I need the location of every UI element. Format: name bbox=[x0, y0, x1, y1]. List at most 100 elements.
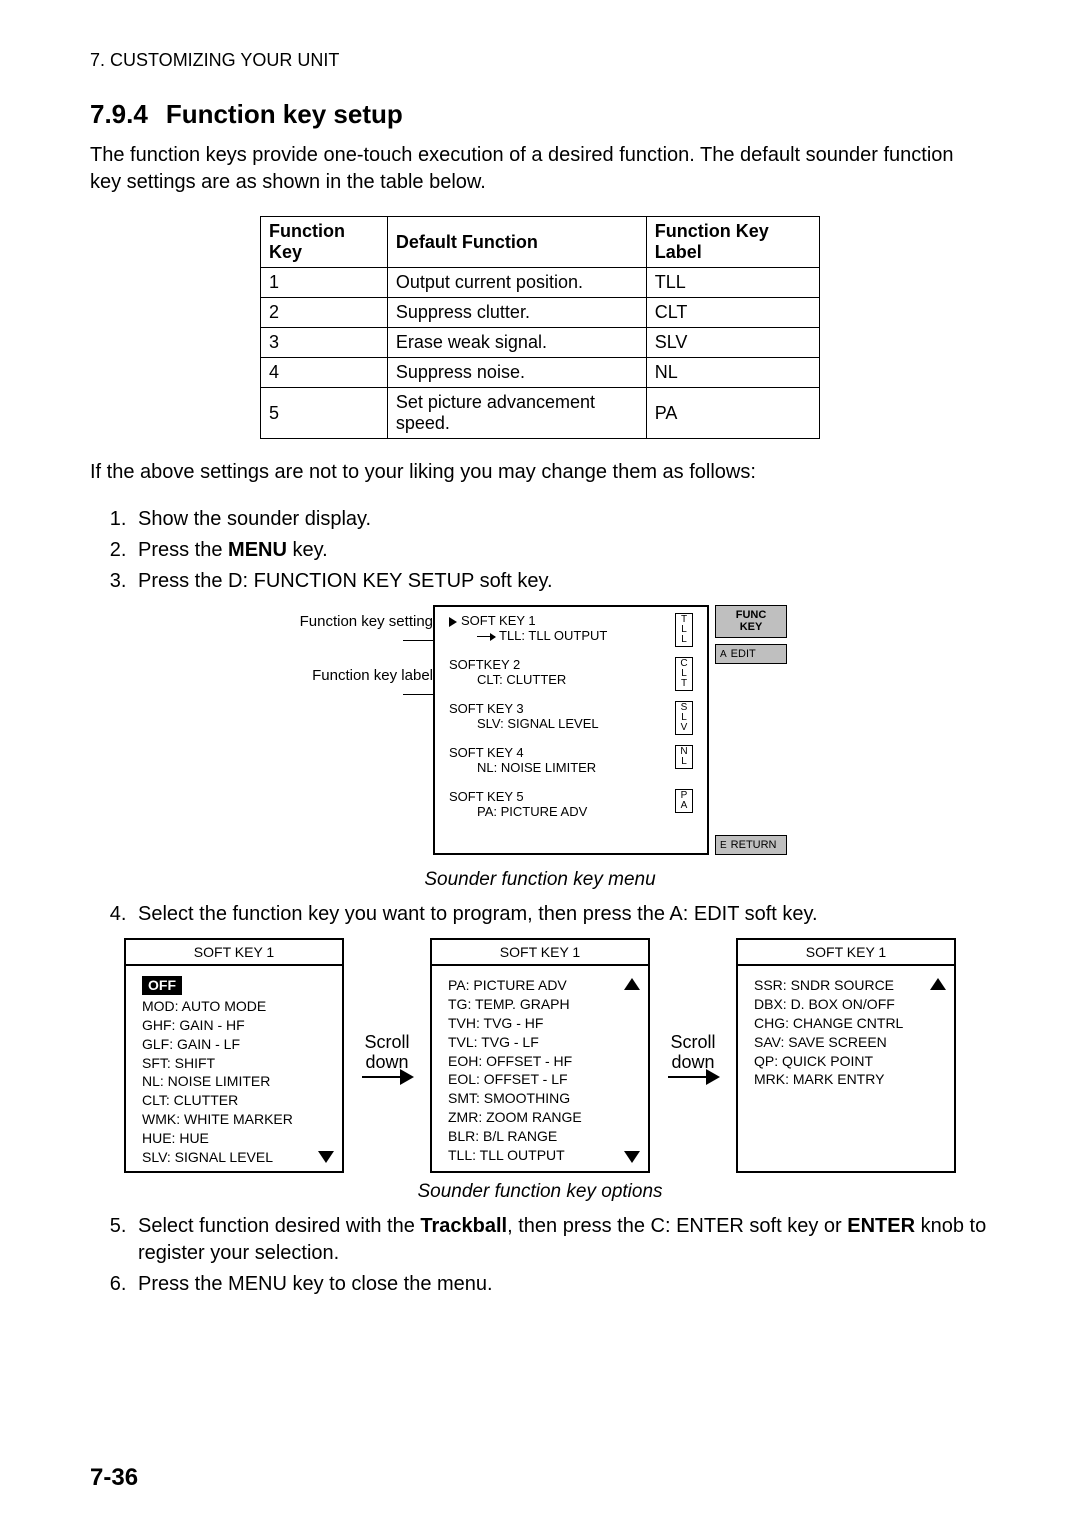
step-4: Select the function key you want to prog… bbox=[132, 901, 990, 928]
menu-box: SOFT KEY 1TLL: TLL OUTPUTTLL SOFTKEY 2CLT… bbox=[433, 605, 709, 855]
scroll-down-icon[interactable] bbox=[318, 1151, 334, 1163]
steps-list: Show the sounder display. Press the MENU … bbox=[90, 506, 990, 595]
page-number: 7-36 bbox=[90, 1464, 138, 1492]
btn-return-letter: E bbox=[720, 840, 727, 851]
table-cell: PA bbox=[646, 388, 819, 439]
option-item[interactable]: TVL: TVG - LF bbox=[448, 1033, 640, 1052]
annotation-fk-label: Function key label bbox=[293, 667, 433, 703]
btn-return[interactable]: E RETURN bbox=[715, 835, 787, 855]
scroll-up-icon[interactable] bbox=[624, 978, 640, 990]
option-item[interactable]: MOD: AUTO MODE bbox=[142, 997, 334, 1016]
option-item[interactable]: SFT: SHIFT bbox=[142, 1054, 334, 1073]
option-panel: SOFT KEY 1 SSR: SNDR SOURCEDBX: D. BOX ON… bbox=[736, 938, 956, 1173]
option-off-label[interactable]: OFF bbox=[142, 976, 182, 995]
scroll-separator: Scrolldown bbox=[658, 1033, 728, 1079]
scroll-up-icon[interactable] bbox=[930, 978, 946, 990]
options-diagram: SOFT KEY 1 OFF MOD: AUTO MODEGHF: GAIN - H… bbox=[90, 938, 990, 1173]
side-buttons: FUNC KEY A EDIT E RETURN bbox=[715, 605, 787, 861]
option-item[interactable]: WMK: WHITE MARKER bbox=[142, 1110, 334, 1129]
option-item[interactable]: NL: NOISE LIMITER bbox=[142, 1072, 334, 1091]
option-item[interactable]: CLT: CLUTTER bbox=[142, 1091, 334, 1110]
softkey-title: SOFT KEY 3 bbox=[449, 701, 701, 716]
table-cell: Suppress noise. bbox=[387, 358, 646, 388]
function-key-menu-diagram: Function key setting Function key label … bbox=[90, 605, 990, 861]
option-list: PA: PICTURE ADVTG: TEMP. GRAPHTVH: TVG -… bbox=[432, 966, 648, 1173]
scroll-down-icon[interactable] bbox=[624, 1151, 640, 1163]
table-row: 1Output current position.TLL bbox=[261, 268, 820, 298]
option-item[interactable]: SMT: SMOOTHING bbox=[448, 1089, 640, 1108]
step-item: Show the sounder display. bbox=[132, 506, 990, 533]
table-cell: TLL bbox=[646, 268, 819, 298]
th-function-key-label: Function Key Label bbox=[646, 217, 819, 268]
option-item[interactable]: PA: PICTURE ADV bbox=[448, 976, 640, 995]
softkey-title: SOFT KEY 5 bbox=[449, 789, 701, 804]
table-row: 4Suppress noise.NL bbox=[261, 358, 820, 388]
step-item: Press the MENU key. bbox=[132, 537, 990, 564]
option-item[interactable]: TVH: TVG - HF bbox=[448, 1014, 640, 1033]
option-item[interactable]: CHG: CHANGE CNTRL bbox=[754, 1014, 946, 1033]
softkey-sub: NL: NOISE LIMITER bbox=[449, 760, 701, 775]
btn-edit[interactable]: A EDIT bbox=[715, 644, 787, 664]
table-cell: 1 bbox=[261, 268, 388, 298]
th-function-key: Function Key bbox=[261, 217, 388, 268]
chapter-header: 7. CUSTOMIZING YOUR UNIT bbox=[90, 50, 990, 71]
option-item[interactable]: MRK: MARK ENTRY bbox=[754, 1070, 946, 1089]
btn-func-line1: FUNC bbox=[736, 610, 767, 622]
softkey-row[interactable]: SOFT KEY 5PA: PICTURE ADVPA bbox=[441, 789, 701, 819]
table-cell: CLT bbox=[646, 298, 819, 328]
table-cell: 5 bbox=[261, 388, 388, 439]
option-item[interactable]: SSR: SNDR SOURCE bbox=[754, 976, 946, 995]
scroll-label: Scrolldown bbox=[364, 1033, 409, 1073]
table-cell: Suppress clutter. bbox=[387, 298, 646, 328]
option-item[interactable]: HUE: HUE bbox=[142, 1129, 334, 1148]
arrow-right-icon bbox=[668, 1076, 718, 1078]
arrow-right-icon bbox=[362, 1076, 412, 1078]
table-cell: SLV bbox=[646, 328, 819, 358]
option-item[interactable]: DBX: D. BOX ON/OFF bbox=[754, 995, 946, 1014]
option-item[interactable]: GHF: GAIN - HF bbox=[142, 1016, 334, 1035]
option-item[interactable]: EOL: OFFSET - LF bbox=[448, 1070, 640, 1089]
option-item[interactable]: SAV: SAVE SCREEN bbox=[754, 1033, 946, 1052]
table-row: 2Suppress clutter.CLT bbox=[261, 298, 820, 328]
option-item[interactable]: BLR: B/L RANGE bbox=[448, 1127, 640, 1146]
mini-label-box: SLV bbox=[675, 701, 693, 735]
softkey-row[interactable]: SOFT KEY 1TLL: TLL OUTPUTTLL bbox=[441, 613, 701, 643]
softkey-sub: CLT: CLUTTER bbox=[449, 672, 701, 687]
softkey-sub: SLV: SIGNAL LEVEL bbox=[449, 716, 701, 731]
table-cell: 4 bbox=[261, 358, 388, 388]
table-cell: NL bbox=[646, 358, 819, 388]
step-item: Press the D: FUNCTION KEY SETUP soft key… bbox=[132, 568, 990, 595]
option-item[interactable]: TG: TEMP. GRAPH bbox=[448, 995, 640, 1014]
scroll-label: Scrolldown bbox=[670, 1033, 715, 1073]
option-panel-header: SOFT KEY 1 bbox=[432, 940, 648, 966]
option-item[interactable]: ZMR: ZOOM RANGE bbox=[448, 1108, 640, 1127]
option-panel-header: SOFT KEY 1 bbox=[738, 940, 954, 966]
table-row: 3Erase weak signal.SLV bbox=[261, 328, 820, 358]
function-key-table: Function Key Default Function Function K… bbox=[260, 216, 820, 439]
lead-arrow-icon bbox=[477, 636, 495, 637]
softkey-title: SOFTKEY 2 bbox=[449, 657, 701, 672]
section-number: 7.9.4 bbox=[90, 99, 148, 130]
option-item[interactable]: QP: QUICK POINT bbox=[754, 1052, 946, 1071]
table-cell: 2 bbox=[261, 298, 388, 328]
annotation-fk-setting: Function key setting bbox=[293, 613, 433, 649]
selected-indicator-icon bbox=[449, 617, 457, 627]
softkey-row[interactable]: SOFT KEY 3SLV: SIGNAL LEVELSLV bbox=[441, 701, 701, 731]
option-item[interactable]: SLV: SIGNAL LEVEL bbox=[142, 1148, 334, 1167]
step-item: Press the MENU key to close the menu. bbox=[132, 1271, 990, 1298]
mini-label-box: NL bbox=[675, 745, 693, 769]
mini-label-box: TLL bbox=[675, 613, 693, 647]
table-cell: Output current position. bbox=[387, 268, 646, 298]
option-item[interactable]: TLL: TLL OUTPUT bbox=[448, 1146, 640, 1165]
option-item[interactable]: EOH: OFFSET - HF bbox=[448, 1052, 640, 1071]
section-title-text: Function key setup bbox=[166, 99, 403, 129]
softkey-row[interactable]: SOFT KEY 4NL: NOISE LIMITERNL bbox=[441, 745, 701, 775]
btn-func-line2: KEY bbox=[740, 622, 763, 634]
softkey-row[interactable]: SOFTKEY 2CLT: CLUTTERCLT bbox=[441, 657, 701, 687]
btn-edit-label: EDIT bbox=[731, 648, 756, 660]
softkey-sub: PA: PICTURE ADV bbox=[449, 804, 701, 819]
steps-list-4: Select the function key you want to prog… bbox=[90, 901, 990, 928]
caption-menu: Sounder function key menu bbox=[90, 869, 990, 891]
btn-func-key[interactable]: FUNC KEY bbox=[715, 605, 787, 638]
option-item[interactable]: GLF: GAIN - LF bbox=[142, 1035, 334, 1054]
